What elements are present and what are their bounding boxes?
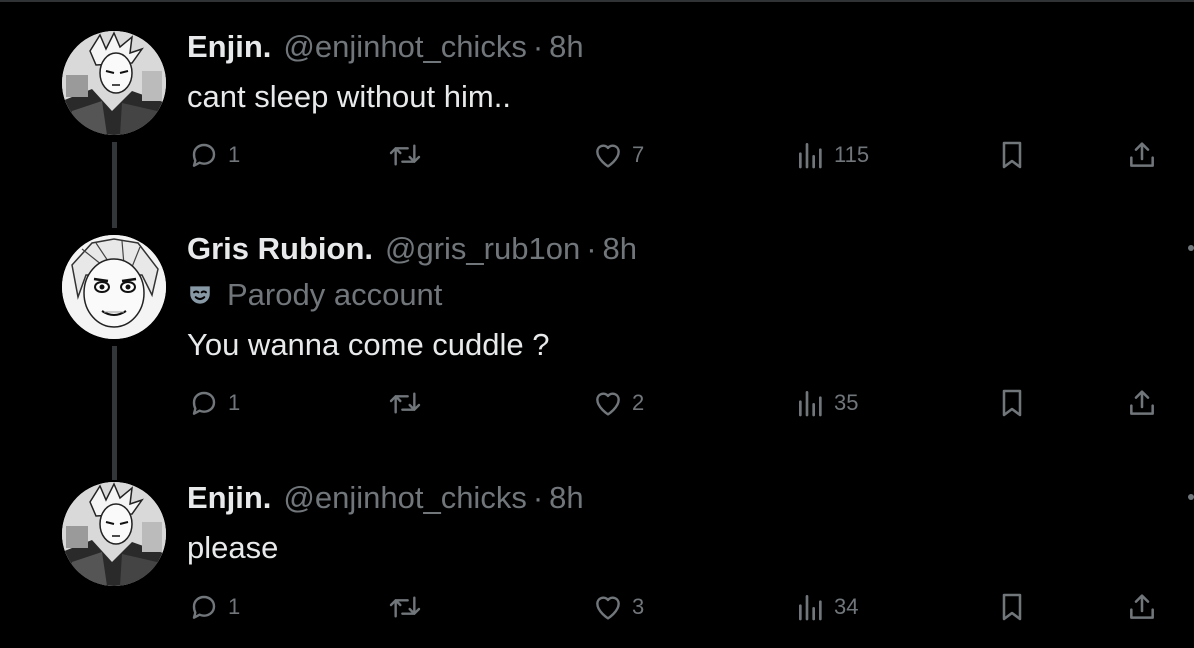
enjin-avatar-image [62, 31, 166, 135]
heart-icon [592, 139, 624, 171]
enjin-avatar-image [62, 482, 166, 586]
share-button[interactable] [1126, 587, 1158, 627]
retweet-button[interactable] [387, 135, 423, 175]
timestamp[interactable]: 8h [549, 27, 583, 67]
display-name[interactable]: Gris Rubion. [187, 229, 373, 269]
tweet-header: Enjin. @enjinhot_chicks · 8h [187, 27, 584, 67]
reply-button[interactable]: 1 [188, 135, 240, 175]
handle[interactable]: @enjinhot_chicks [283, 478, 526, 518]
share-icon [1126, 387, 1158, 419]
gris-avatar-image [62, 235, 166, 339]
mask-icon [187, 281, 215, 309]
bookmark-button[interactable] [998, 587, 1026, 627]
display-name[interactable]: Enjin. [187, 27, 271, 67]
tweet-text: cant sleep without him.. [187, 79, 511, 114]
separator-dot: · [532, 29, 544, 64]
tweet[interactable]: Enjin. @enjinhot_chicks · 8h cant sleep … [0, 27, 1194, 187]
reply-button[interactable]: 1 [188, 587, 240, 627]
reply-count: 1 [228, 390, 241, 415]
like-count: 3 [632, 594, 645, 619]
avatar[interactable] [62, 482, 166, 586]
like-count: 2 [632, 390, 645, 415]
like-button[interactable]: 7 [592, 135, 644, 175]
tweet[interactable]: Enjin. @enjinhot_chicks · 8h please 1 3 [0, 478, 1194, 638]
views-button[interactable]: 35 [796, 383, 858, 423]
reply-icon [188, 387, 220, 419]
parody-text: Parody account [227, 277, 443, 312]
tweet[interactable]: Gris Rubion. @gris_rub1on · 8h Parody ac… [0, 229, 1194, 449]
timestamp[interactable]: 8h [603, 229, 637, 269]
tweet-header: Enjin. @enjinhot_chicks · 8h [187, 478, 584, 518]
retweet-icon [387, 591, 423, 623]
views-icon [796, 387, 826, 419]
more-menu-edge[interactable] [1188, 245, 1194, 251]
timestamp[interactable]: 8h [549, 478, 583, 518]
bookmark-button[interactable] [998, 135, 1026, 175]
handle[interactable]: @gris_rub1on [385, 229, 580, 269]
share-icon [1126, 591, 1158, 623]
views-icon [796, 139, 826, 171]
action-bar: 1 7 115 [0, 135, 1194, 175]
view-count: 34 [834, 594, 859, 619]
retweet-button[interactable] [387, 587, 423, 627]
bookmark-icon [998, 387, 1026, 419]
heart-icon [592, 591, 624, 623]
reply-count: 1 [228, 594, 241, 619]
bookmark-icon [998, 139, 1026, 171]
reply-icon [188, 139, 220, 171]
more-menu-edge[interactable] [1188, 494, 1194, 500]
reply-button[interactable]: 1 [188, 383, 240, 423]
views-icon [796, 591, 826, 623]
action-bar: 1 2 35 [0, 383, 1194, 423]
tweet-text: You wanna come cuddle ? [187, 327, 550, 362]
reply-icon [188, 591, 220, 623]
avatar[interactable] [62, 235, 166, 339]
bookmark-icon [998, 591, 1026, 623]
retweet-button[interactable] [387, 383, 423, 423]
share-button[interactable] [1126, 383, 1158, 423]
tweet-header: Gris Rubion. @gris_rub1on · 8h [187, 229, 637, 269]
avatar[interactable] [62, 31, 166, 135]
share-icon [1126, 139, 1158, 171]
tweet-text: please [187, 530, 279, 565]
like-button[interactable]: 3 [592, 587, 644, 627]
view-count: 115 [834, 142, 870, 167]
view-count: 35 [834, 390, 859, 415]
handle[interactable]: @enjinhot_chicks [283, 27, 526, 67]
parody-label: Parody account [187, 275, 442, 315]
reply-count: 1 [228, 142, 241, 167]
bookmark-button[interactable] [998, 383, 1026, 423]
views-button[interactable]: 34 [796, 587, 858, 627]
top-divider [0, 0, 1194, 2]
like-button[interactable]: 2 [592, 383, 644, 423]
share-button[interactable] [1126, 135, 1158, 175]
separator-dot: · [532, 480, 544, 515]
action-bar: 1 3 34 [0, 587, 1194, 627]
heart-icon [592, 387, 624, 419]
separator-dot: · [586, 231, 597, 266]
display-name[interactable]: Enjin. [187, 478, 271, 518]
retweet-icon [387, 387, 423, 419]
views-button[interactable]: 115 [796, 135, 869, 175]
like-count: 7 [632, 142, 645, 167]
retweet-icon [387, 139, 423, 171]
